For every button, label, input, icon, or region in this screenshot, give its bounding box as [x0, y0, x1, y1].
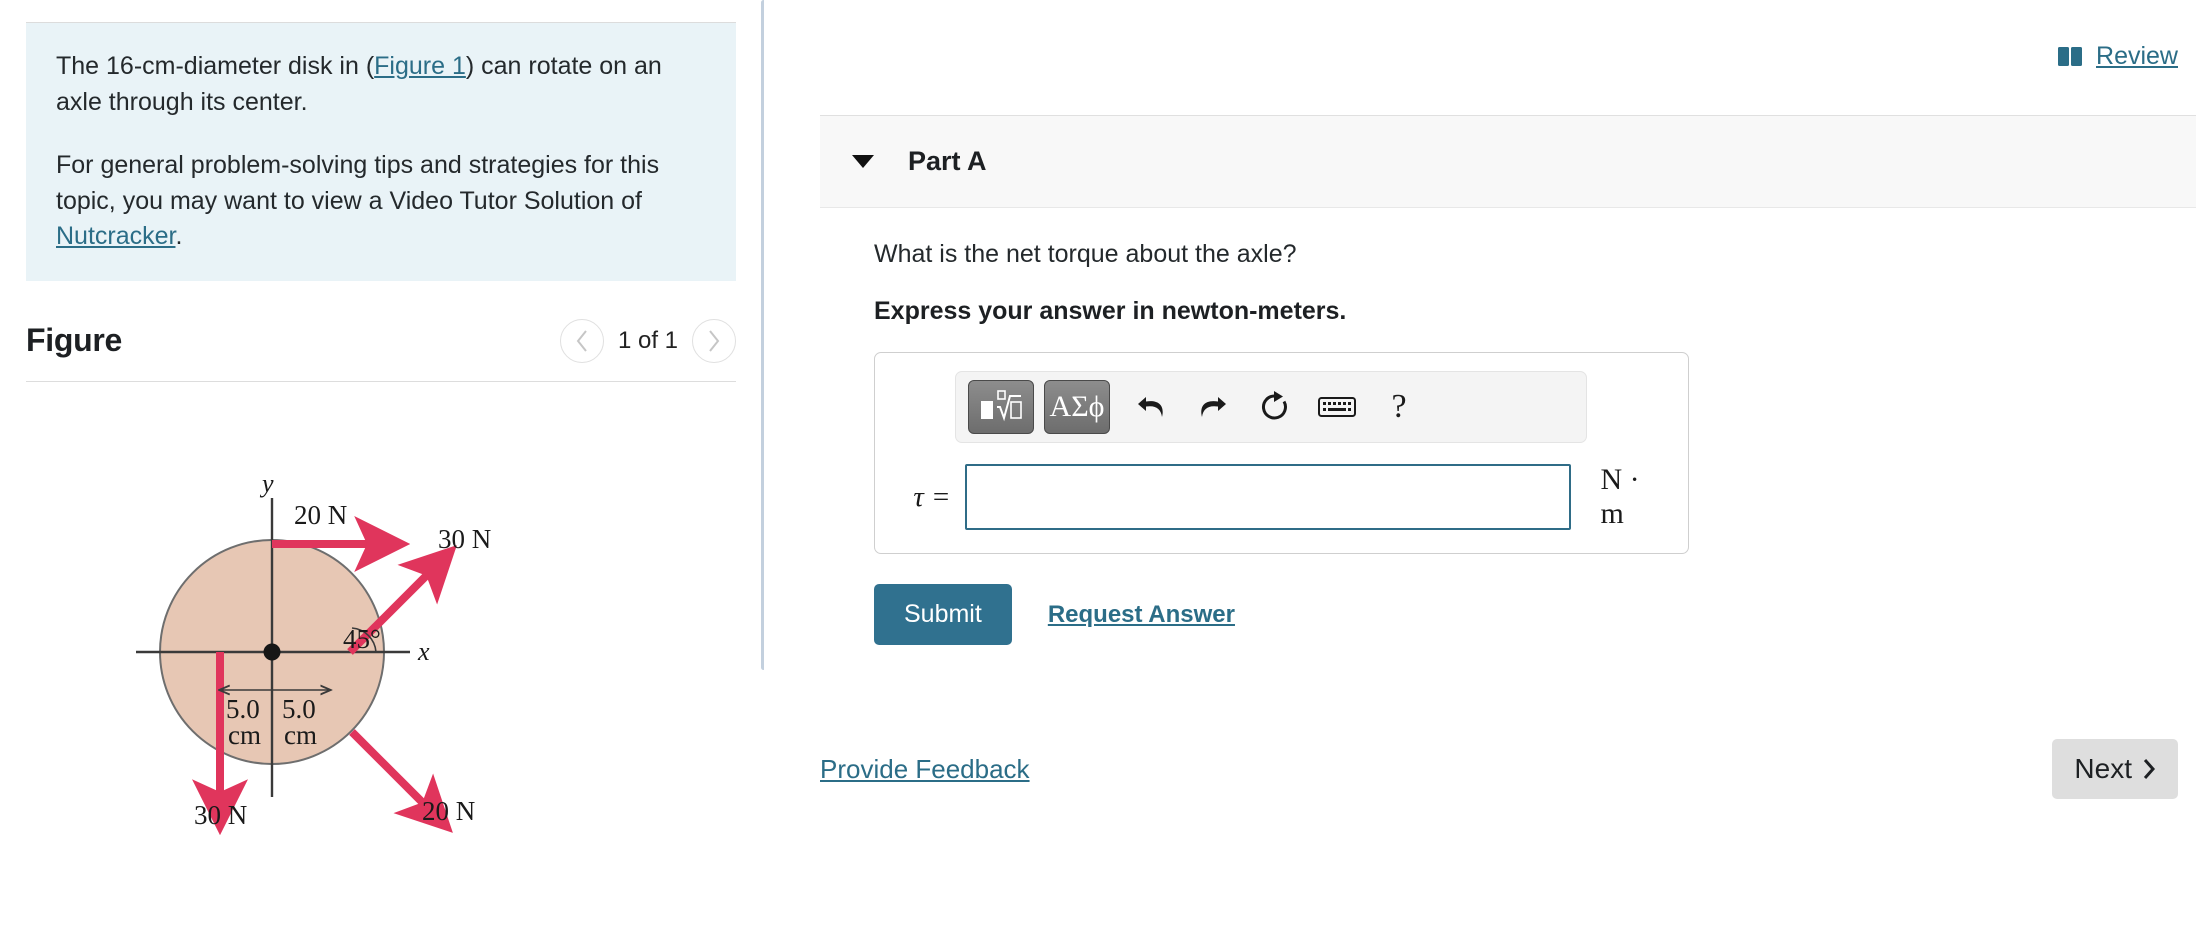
footer-row: Provide Feedback Next — [764, 739, 2196, 799]
review-label: Review — [2096, 42, 2178, 70]
y-axis-label: y — [259, 469, 274, 498]
nutcracker-link[interactable]: Nutcracker — [56, 222, 175, 250]
undo-button[interactable] — [1120, 380, 1182, 434]
x-axis-label: x — [417, 637, 430, 666]
answer-input[interactable] — [964, 464, 1571, 530]
greek-symbols-button[interactable]: ΑΣϕ — [1044, 380, 1110, 434]
actions-row: Submit Request Answer — [874, 584, 2196, 645]
next-button[interactable]: Next — [2052, 739, 2178, 799]
chevron-right-icon — [709, 329, 720, 352]
force-label-20n-top: 20 N — [294, 500, 347, 530]
redo-icon — [1201, 397, 1226, 417]
reset-icon — [1261, 391, 1287, 420]
figure-title: Figure — [26, 322, 122, 358]
answer-widget: ΑΣϕ ? τ = N · m — [874, 352, 1689, 554]
math-toolbar: ΑΣϕ ? — [955, 371, 1587, 443]
figure-navigation: 1 of 1 — [559, 318, 736, 363]
problem-paragraph-1: The 16-cm-diameter disk in (Figure 1) ca… — [56, 49, 706, 120]
reset-button[interactable] — [1244, 380, 1306, 434]
next-label: Next — [2074, 753, 2132, 784]
submit-button[interactable]: Submit — [874, 584, 1012, 645]
caret-down-icon — [852, 155, 874, 168]
right-panel: Review Part A What is the net torque abo… — [764, 0, 2196, 950]
review-row: Review — [764, 0, 2196, 71]
axle-center-dot — [263, 643, 281, 660]
chevron-right-icon — [2143, 759, 2156, 779]
book-icon — [2058, 47, 2083, 66]
dimension-right-unit: cm — [284, 720, 317, 750]
redo-button[interactable] — [1182, 380, 1244, 434]
undo-icon — [1138, 397, 1163, 417]
figure-header: Figure 1 of 1 — [26, 318, 736, 382]
tau-variable-label: τ = — [913, 480, 951, 513]
figure-diagram: x y 20 N 30 N 45° 20 N 30 N 5.0 cm 5.0 c… — [0, 392, 764, 950]
keyboard-icon — [1318, 397, 1356, 417]
help-button[interactable]: ? — [1368, 380, 1430, 434]
math-template-button[interactable] — [968, 380, 1034, 434]
figure-next-button[interactable] — [692, 318, 736, 363]
angle-label-45: 45° — [343, 624, 381, 654]
question-body: What is the net torque about the axle? E… — [874, 240, 2196, 645]
force-label-20n-lower: 20 N — [422, 796, 475, 826]
left-panel: The 16-cm-diameter disk in (Figure 1) ca… — [0, 0, 764, 950]
keyboard-button[interactable] — [1306, 380, 1368, 434]
greek-symbols-label: ΑΣϕ — [1049, 390, 1105, 423]
problem-statement: The 16-cm-diameter disk in (Figure 1) ca… — [26, 22, 736, 281]
review-link[interactable]: Review — [2058, 42, 2178, 71]
request-answer-link[interactable]: Request Answer — [1048, 601, 1235, 629]
part-a-header[interactable]: Part A — [820, 115, 2196, 208]
paragraph-2-post: . — [175, 222, 183, 250]
figure-counter: 1 of 1 — [617, 326, 678, 354]
part-a-title: Part A — [908, 146, 987, 176]
dimension-left-unit: cm — [228, 720, 261, 750]
paragraph-2-pre: For general problem-solving tips and str… — [56, 151, 660, 215]
answer-input-row: τ = N · m — [893, 463, 1670, 531]
force-label-30n-diag: 30 N — [438, 524, 491, 554]
question-text: What is the net torque about the axle? — [874, 240, 1297, 268]
figure-1-link[interactable]: Figure 1 — [374, 52, 466, 80]
chevron-left-icon — [576, 329, 587, 352]
answer-unit-label: N · m — [1600, 463, 1640, 530]
help-label: ? — [1391, 388, 1407, 425]
force-arrow-20n-lower — [349, 728, 453, 833]
nth-root-icon — [981, 390, 1022, 422]
instruction-text: Express your answer in newton-meters. — [874, 297, 1347, 325]
problem-paragraph-2: For general problem-solving tips and str… — [56, 148, 706, 255]
figure-prev-button[interactable] — [559, 318, 604, 363]
force-label-30n-down: 30 N — [194, 800, 247, 830]
torque-disk-diagram: x y 20 N 30 N 45° 20 N 30 N 5.0 cm 5.0 c… — [136, 469, 491, 835]
provide-feedback-link[interactable]: Provide Feedback — [820, 754, 1030, 785]
problem-page: The 16-cm-diameter disk in (Figure 1) ca… — [0, 0, 2196, 950]
paragraph-1-pre: The 16-cm-diameter disk in ( — [56, 52, 375, 80]
